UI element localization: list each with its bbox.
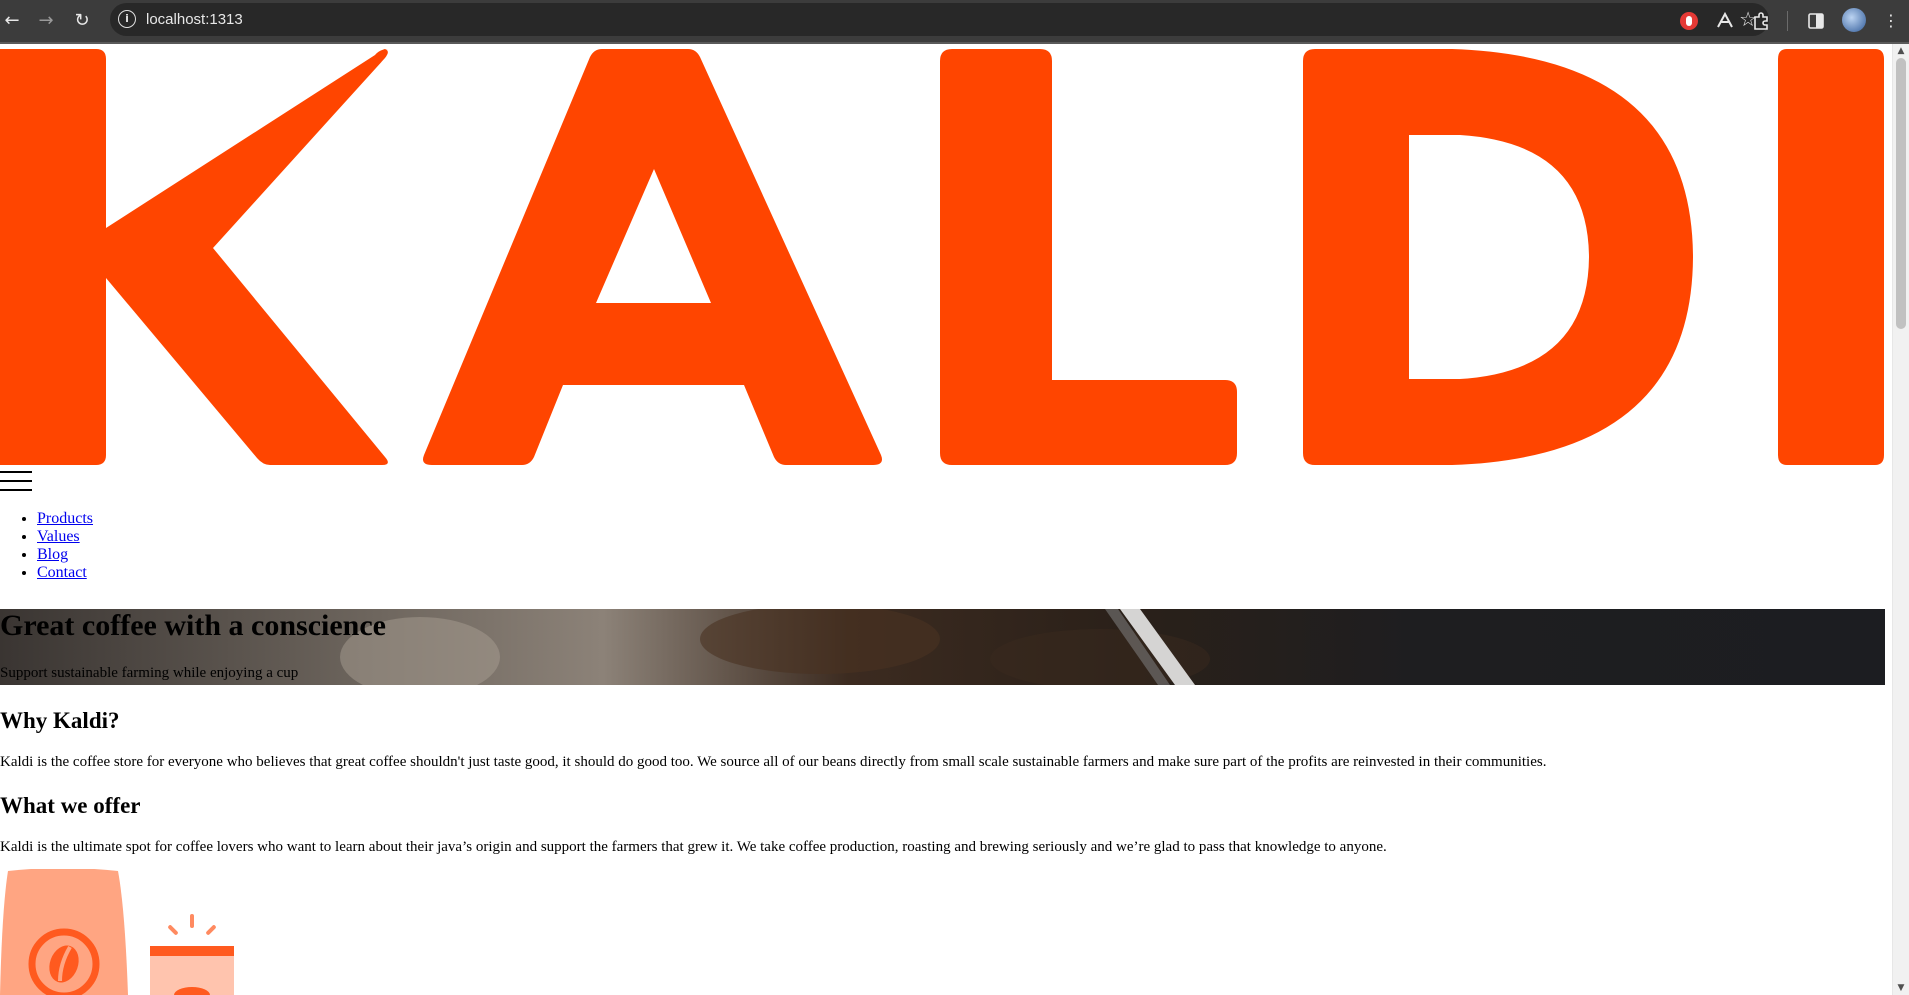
scroll-up-arrow[interactable]: ▲ (1893, 44, 1909, 58)
side-panel-icon[interactable] (1805, 10, 1827, 32)
back-button[interactable]: ← (0, 9, 24, 33)
why-heading: Why Kaldi? (0, 708, 120, 733)
coffee-illustration (0, 869, 234, 995)
hero-banner: Great coffee with a conscience Support s… (0, 609, 1885, 685)
sparkle-icon (190, 914, 194, 928)
profile-avatar[interactable] (1842, 8, 1866, 32)
logo-text: KALDI (0, 44, 1, 45)
info-icon[interactable]: i (118, 10, 136, 28)
puzzle-icon[interactable] (1750, 10, 1772, 32)
hero-title: Great coffee with a conscience (0, 609, 386, 642)
address-bar[interactable]: i localhost:1313 ☆ (110, 3, 1769, 36)
offer-text: Kaldi is the ultimate spot for coffee lo… (0, 839, 1387, 855)
hero-subtitle: Support sustainable farming while enjoyi… (0, 665, 299, 681)
nav-link-products[interactable]: Products (37, 510, 93, 527)
nav-link-contact[interactable]: Contact (37, 564, 87, 581)
toolbar-separator (1787, 11, 1788, 31)
offer-heading: What we offer (0, 793, 141, 818)
browser-toolbar: ← → ↻ i localhost:1313 ☆ ⋮ (0, 0, 1909, 42)
nav-item-contact: Contact (37, 564, 93, 582)
nav-item-blog: Blog (37, 546, 93, 564)
red-extension-icon[interactable] (1678, 10, 1700, 32)
nav-item-values: Values (37, 528, 93, 546)
scroll-down-arrow[interactable]: ▼ (1893, 981, 1909, 995)
kebab-menu-icon[interactable]: ⋮ (1880, 10, 1902, 32)
nav-item-products: Products (37, 510, 93, 528)
why-text: Kaldi is the coffee store for everyone w… (0, 754, 1547, 770)
forward-button[interactable]: → (34, 9, 58, 33)
a-extension-icon[interactable] (1714, 10, 1736, 32)
hamburger-menu-icon[interactable] (0, 471, 32, 493)
nav-link-values[interactable]: Values (37, 528, 80, 545)
kaldi-logo (0, 49, 1884, 465)
scrollbar-thumb[interactable] (1896, 58, 1906, 329)
nav-menu: Products Values Blog Contact (0, 510, 93, 582)
nav-link-blog[interactable]: Blog (37, 546, 68, 563)
url-text[interactable]: localhost:1313 (146, 3, 243, 36)
vertical-scrollbar[interactable]: ▲ ▼ (1892, 44, 1909, 995)
page-content: KALDI Products Values Blog Contact (0, 44, 1892, 995)
reload-button[interactable]: ↻ (70, 9, 94, 33)
